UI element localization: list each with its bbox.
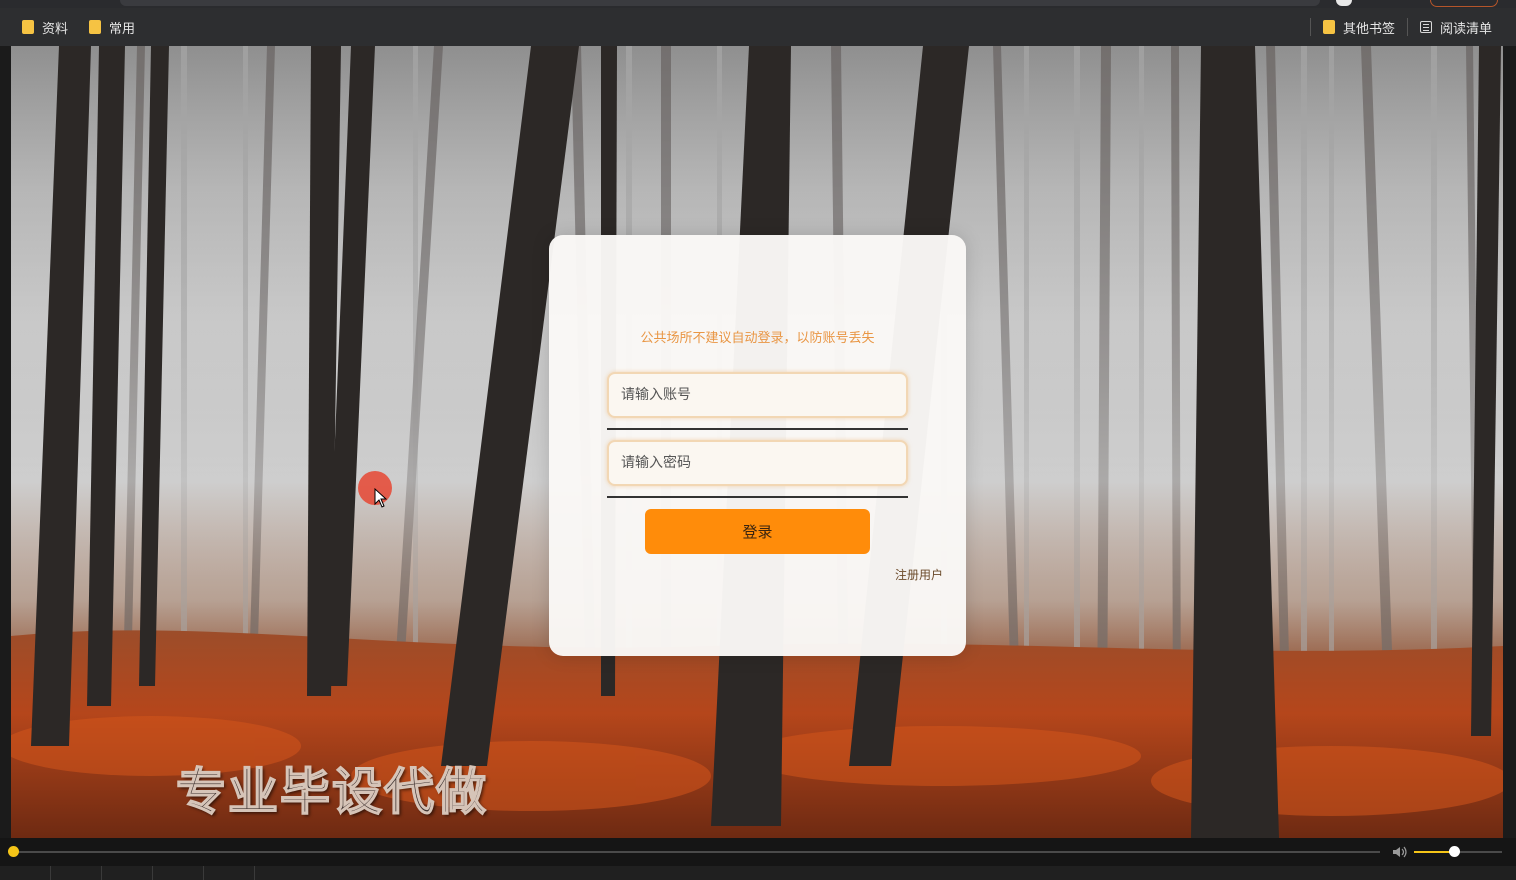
screen: 资料 常用 其他书签 阅读清单 公共场所不建议自动登录，以防账号丢失 请输入账号… <box>0 0 1516 880</box>
video-player-controls <box>0 838 1516 866</box>
seek-bar[interactable] <box>14 851 1380 853</box>
bookmark-label: 阅读清单 <box>1440 21 1493 37</box>
taskbar-divider <box>101 866 102 880</box>
bookmarks-divider <box>1407 18 1408 36</box>
address-bar[interactable] <box>120 0 1320 6</box>
seek-handle[interactable] <box>8 846 19 857</box>
taskbar-divider <box>50 866 51 880</box>
taskbar-divider <box>203 866 204 880</box>
browser-top-strip <box>0 0 1516 8</box>
taskbar-divider <box>254 866 255 880</box>
taskbar-divider <box>152 866 153 880</box>
register-link[interactable]: 注册用户 <box>895 566 943 583</box>
volume-icon[interactable] <box>1392 845 1408 859</box>
folder-icon <box>1323 20 1335 34</box>
browser-menu-button[interactable] <box>1430 0 1498 7</box>
folder-icon <box>22 20 34 34</box>
folder-icon <box>89 20 101 34</box>
taskbar <box>0 866 1516 880</box>
account-field <box>607 372 908 432</box>
reading-list-button[interactable]: 阅读清单 <box>1420 18 1493 37</box>
bookmarks-divider <box>1310 18 1311 36</box>
bookmark-label: 其他书签 <box>1343 21 1396 37</box>
video-letterbox-left <box>0 46 11 838</box>
login-card: 公共场所不建议自动登录，以防账号丢失 登录 注册用户 <box>549 235 966 656</box>
bookmark-label: 资料 <box>42 21 69 37</box>
password-field <box>607 440 908 500</box>
reading-list-icon <box>1420 21 1432 33</box>
profile-avatar[interactable] <box>1336 0 1352 6</box>
watermark-text: 专业毕设代做 <box>175 762 488 822</box>
page-viewport: 公共场所不建议自动登录，以防账号丢失 登录 注册用户 <box>11 46 1503 838</box>
account-input[interactable] <box>607 372 908 418</box>
login-notice: 公共场所不建议自动登录，以防账号丢失 <box>640 331 875 346</box>
account-underline <box>607 428 908 430</box>
bookmark-folder-changyong[interactable]: 常用 <box>89 18 136 37</box>
bookmark-folder-ziliao[interactable]: 资料 <box>22 18 69 37</box>
bookmark-label: 常用 <box>109 21 136 37</box>
bookmarks-bar: 资料 常用 其他书签 阅读清单 <box>0 8 1516 46</box>
bookmark-folder-other[interactable]: 其他书签 <box>1323 18 1396 37</box>
password-input[interactable] <box>607 440 908 486</box>
volume-handle[interactable] <box>1448 846 1460 857</box>
video-letterbox-right <box>1503 46 1516 838</box>
volume-level-fill <box>1414 851 1454 853</box>
mouse-pointer-icon <box>374 488 388 508</box>
password-underline <box>607 496 908 498</box>
login-button[interactable]: 登录 <box>645 509 870 554</box>
